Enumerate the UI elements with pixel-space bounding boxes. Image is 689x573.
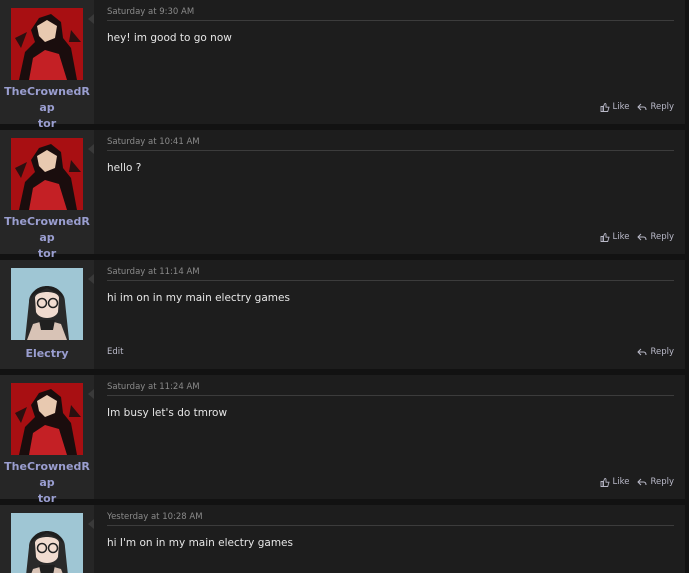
username[interactable]: TheCrownedRap tor xyxy=(0,459,94,507)
username-line: Electry xyxy=(25,347,69,360)
username-line: TheCrownedRap xyxy=(4,85,90,114)
glasses-avatar-icon[interactable] xyxy=(11,513,83,573)
username[interactable]: Electry xyxy=(0,346,94,362)
reply-icon xyxy=(637,102,647,112)
divider xyxy=(107,525,674,526)
like-button[interactable]: Like xyxy=(600,102,630,112)
message-thread: TheCrownedRap tor Saturday at 9:30 AM he… xyxy=(0,0,689,573)
like-label: Like xyxy=(612,232,630,242)
post-timestamp[interactable]: Saturday at 11:24 AM xyxy=(107,382,200,392)
post-actions: Like Reply xyxy=(600,477,674,487)
edit-button[interactable]: Edit xyxy=(107,347,123,357)
message-post: TheCrownedRap tor Saturday at 10:41 AM h… xyxy=(0,130,685,260)
message-text: hi I'm on in my main electry games xyxy=(107,537,293,549)
divider xyxy=(107,395,674,396)
user-cell xyxy=(0,505,94,573)
reply-label: Reply xyxy=(650,232,674,242)
reply-label: Reply xyxy=(650,477,674,487)
like-label: Like xyxy=(612,102,630,112)
message-content: Saturday at 10:41 AM hello ? Like Reply xyxy=(94,130,685,254)
divider xyxy=(107,280,674,281)
user-cell: TheCrownedRap tor xyxy=(0,0,94,130)
username[interactable]: TheCrownedRap tor xyxy=(0,84,94,132)
message-post: TheCrownedRap tor Saturday at 11:24 AM I… xyxy=(0,375,685,505)
username-line: TheCrownedRap xyxy=(4,460,90,489)
thumbs-up-icon xyxy=(600,477,610,487)
post-timestamp[interactable]: Saturday at 10:41 AM xyxy=(107,137,200,147)
post-timestamp[interactable]: Saturday at 9:30 AM xyxy=(107,7,194,17)
like-button[interactable]: Like xyxy=(600,232,630,242)
divider xyxy=(107,150,674,151)
red-avatar-icon[interactable] xyxy=(11,383,83,455)
like-label: Like xyxy=(612,477,630,487)
post-actions: Reply xyxy=(637,347,674,357)
message-post: Yesterday at 10:28 AM hi I'm on in my ma… xyxy=(0,505,685,573)
message-content: Saturday at 11:14 AM hi im on in my main… xyxy=(94,260,685,369)
reply-label: Reply xyxy=(650,102,674,112)
post-actions: Like Reply xyxy=(600,232,674,242)
user-cell: Electry xyxy=(0,260,94,369)
like-button[interactable]: Like xyxy=(600,477,630,487)
message-text: hey! im good to go now xyxy=(107,32,232,44)
reply-button[interactable]: Reply xyxy=(637,347,674,357)
divider xyxy=(107,20,674,21)
message-content: Yesterday at 10:28 AM hi I'm on in my ma… xyxy=(94,505,685,573)
reply-button[interactable]: Reply xyxy=(637,102,674,112)
thumbs-up-icon xyxy=(600,102,610,112)
reply-icon xyxy=(637,477,647,487)
reply-label: Reply xyxy=(650,347,674,357)
message-content: Saturday at 11:24 AM Im busy let's do tm… xyxy=(94,375,685,499)
message-text: hi im on in my main electry games xyxy=(107,292,290,304)
user-cell: TheCrownedRap tor xyxy=(0,130,94,260)
red-avatar-icon[interactable] xyxy=(11,8,83,80)
reply-button[interactable]: Reply xyxy=(637,477,674,487)
red-avatar-icon[interactable] xyxy=(11,138,83,210)
post-timestamp[interactable]: Saturday at 11:14 AM xyxy=(107,267,200,277)
post-actions: Like Reply xyxy=(600,102,674,112)
reply-button[interactable]: Reply xyxy=(637,232,674,242)
thumbs-up-icon xyxy=(600,232,610,242)
message-text: Im busy let's do tmrow xyxy=(107,407,228,419)
username-line: TheCrownedRap xyxy=(4,215,90,244)
message-text: hello ? xyxy=(107,162,142,174)
glasses-avatar-icon[interactable] xyxy=(11,268,83,340)
message-post: Electry Saturday at 11:14 AM hi im on in… xyxy=(0,260,685,369)
user-cell: TheCrownedRap tor xyxy=(0,375,94,505)
message-post: TheCrownedRap tor Saturday at 9:30 AM he… xyxy=(0,0,685,130)
reply-icon xyxy=(637,347,647,357)
message-content: Saturday at 9:30 AM hey! im good to go n… xyxy=(94,0,685,124)
username[interactable]: TheCrownedRap tor xyxy=(0,214,94,262)
reply-icon xyxy=(637,232,647,242)
post-timestamp[interactable]: Yesterday at 10:28 AM xyxy=(107,512,203,522)
